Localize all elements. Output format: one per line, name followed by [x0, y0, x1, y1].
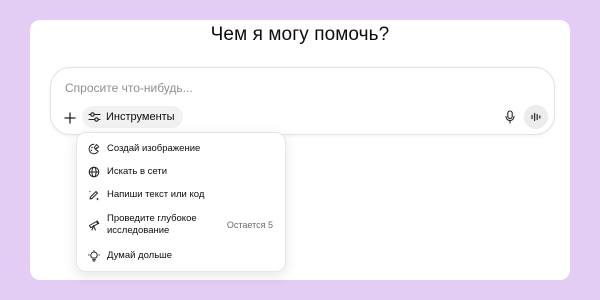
menu-item-web-search[interactable]: Искать в сети: [83, 163, 279, 181]
plus-icon: [64, 112, 76, 124]
menu-item-label: Создай изображение: [107, 142, 201, 154]
menu-item-create-image[interactable]: Создай изображение: [83, 140, 279, 158]
attach-button[interactable]: [61, 109, 79, 127]
menu-item-label-line2: исследование: [107, 225, 170, 236]
menu-item-deep-research[interactable]: Проведите глубокое исследование Остается…: [83, 211, 279, 239]
sliders-icon: [88, 111, 101, 123]
page-title: Чем я могу помочь?: [210, 24, 390, 45]
telescope-icon: [87, 218, 101, 232]
menu-item-label: Думай дольше: [107, 249, 173, 261]
chat-window: Чем я могу помочь? Инструменты: [30, 20, 570, 280]
pen-sparkle-icon: [87, 188, 101, 202]
menu-item-label: Напиши текст или код: [107, 188, 205, 200]
image-palette-icon: [87, 142, 101, 156]
menu-item-label-wrap: Проведите глубокое исследование: [107, 213, 197, 238]
globe-icon: [87, 165, 101, 179]
menu-item-label-line1: Проведите глубокое: [107, 212, 197, 224]
tools-menu: Создай изображение Искать в сети Напиши …: [76, 132, 286, 272]
dictate-button[interactable]: [501, 108, 519, 126]
tools-button-label: Инструменты: [106, 111, 175, 123]
prompt-input[interactable]: [65, 81, 485, 95]
voice-waveform-icon: [530, 112, 542, 122]
menu-item-write-text-or-code[interactable]: Напиши текст или код: [83, 186, 279, 204]
menu-item-label: Искать в сети: [107, 165, 168, 177]
remaining-count-badge: Остается 5: [226, 220, 273, 230]
lightbulb-icon: [87, 249, 101, 263]
menu-item-think-longer[interactable]: Думай дольше: [83, 247, 279, 265]
composer: Инструменты: [50, 67, 555, 135]
tools-button[interactable]: Инструменты: [82, 106, 183, 128]
voice-mode-button[interactable]: [524, 105, 548, 129]
microphone-icon: [504, 110, 516, 124]
